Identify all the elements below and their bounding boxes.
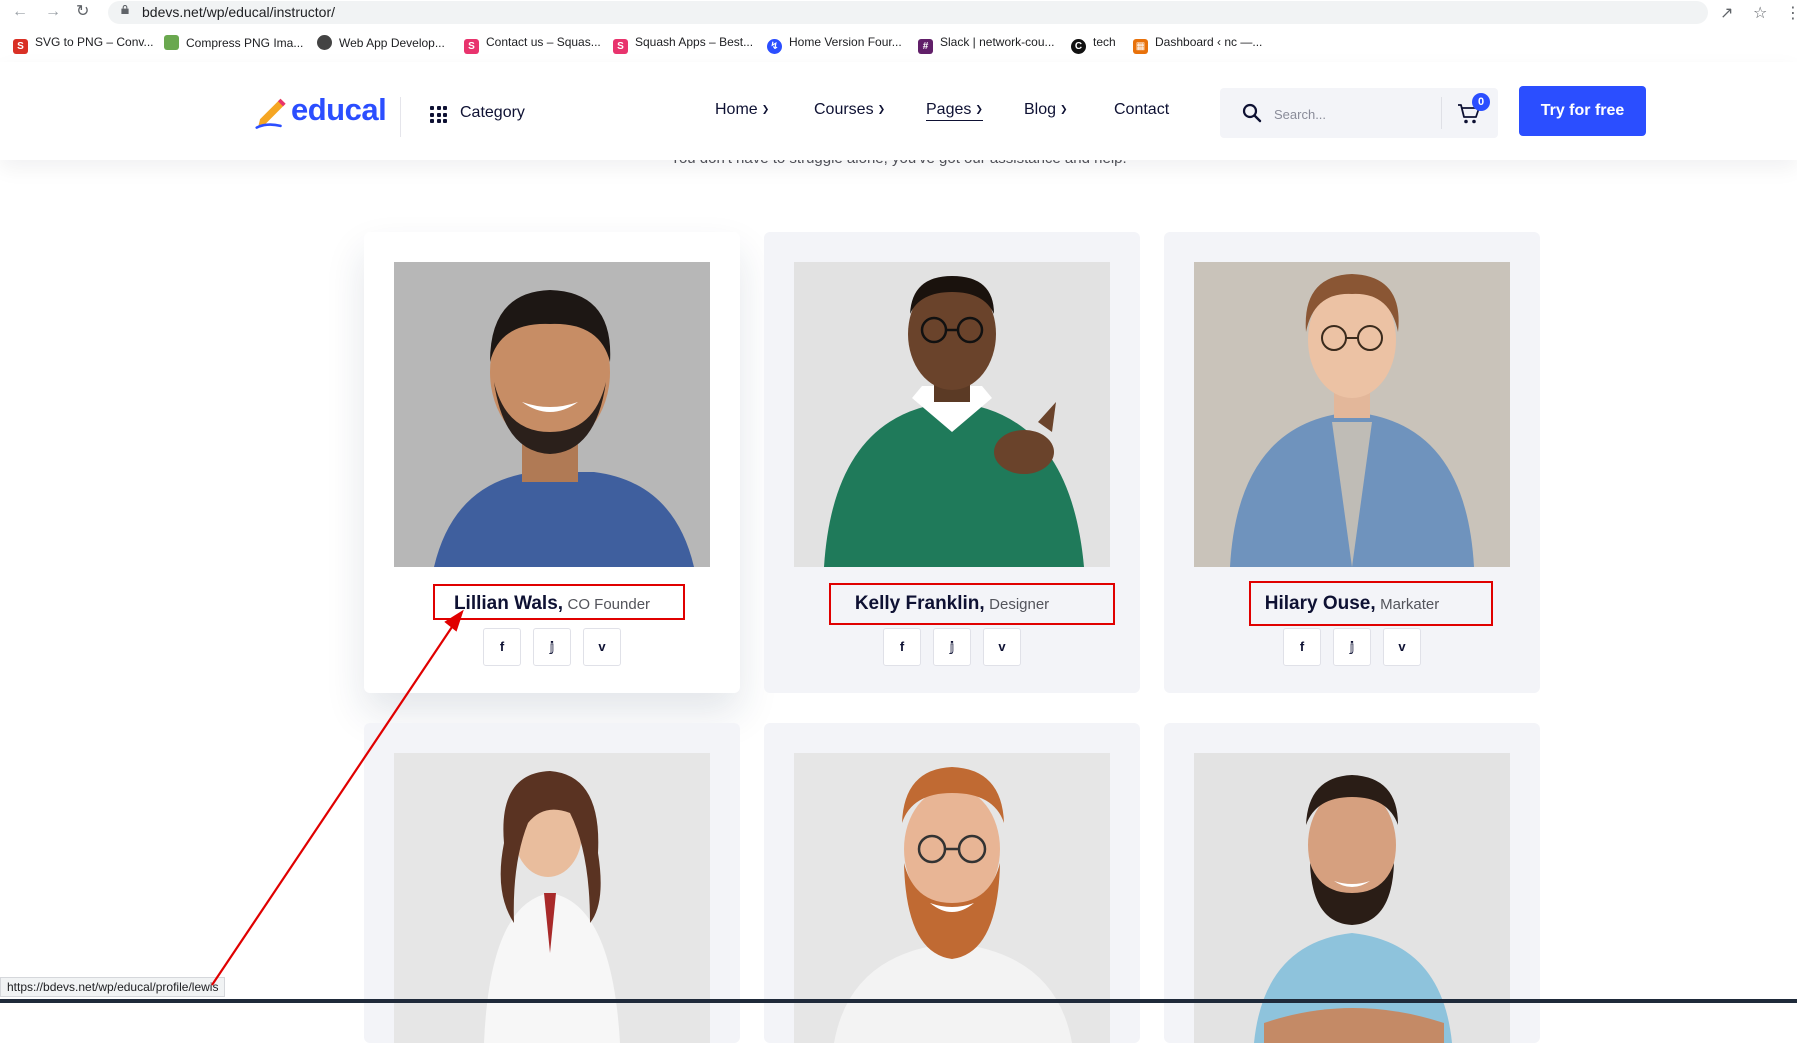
instructor-card[interactable]: Lillian Wals, CO Founder f𝕛v <box>364 232 740 693</box>
nav-pages[interactable]: Pages ❯ <box>926 101 983 121</box>
highlight-box <box>433 584 685 620</box>
twitter-icon[interactable]: 𝕛 <box>933 628 971 666</box>
bookmark-web-app[interactable]: Web App Develop... <box>317 35 445 50</box>
instructor-card[interactable] <box>364 723 740 1043</box>
nav-blog[interactable]: Blog ❯ <box>1024 101 1068 119</box>
twitter-icon[interactable]: 𝕛 <box>1333 628 1371 666</box>
search-input[interactable] <box>1272 102 1426 126</box>
vimeo-icon[interactable]: v <box>983 628 1021 666</box>
facebook-icon[interactable]: f <box>1283 628 1321 666</box>
instructor-photo[interactable] <box>394 262 710 567</box>
bookmark-label: tech <box>1093 35 1116 49</box>
highlight-box <box>829 583 1115 625</box>
bookmark-label: Squash Apps – Best... <box>635 35 754 49</box>
squash-icon: S <box>613 39 628 54</box>
bookmark-label: SVG to PNG – Conv... <box>35 35 154 49</box>
url-text[interactable]: bdevs.net/wp/educal/instructor/ <box>142 4 335 20</box>
bookmark-label: Contact us – Squas... <box>486 35 601 49</box>
category-menu-label[interactable]: Category <box>460 104 525 122</box>
bookmarks-bar: S SVG to PNG – Conv... Compress PNG Ima..… <box>0 32 1797 56</box>
nav-contact[interactable]: Contact <box>1114 101 1169 119</box>
taskbar-edge <box>0 999 1797 1003</box>
nav-home-label: Home <box>715 101 758 118</box>
bolt-icon: ↯ <box>767 39 782 54</box>
reload-icon[interactable]: ↻ <box>76 3 89 21</box>
slack-icon: # <box>918 39 933 54</box>
vimeo-icon[interactable]: v <box>1383 628 1421 666</box>
status-bar-url: https://bdevs.net/wp/educal/profile/lewi… <box>0 977 226 997</box>
bookmark-slack[interactable]: # Slack | network-cou... <box>918 35 1055 54</box>
bookmark-label: Web App Develop... <box>339 36 445 50</box>
bookmark-home-version[interactable]: ↯ Home Version Four... <box>767 35 902 54</box>
chevron-down-icon: ❯ <box>975 104 983 114</box>
instructor-photo[interactable] <box>1194 262 1510 567</box>
panda-icon <box>164 35 179 50</box>
bookmark-label: Dashboard ‹ nc —... <box>1155 35 1263 49</box>
bookmark-svg-to-png[interactable]: S SVG to PNG – Conv... <box>13 35 154 54</box>
url-field[interactable] <box>108 1 1708 24</box>
instructor-photo[interactable] <box>794 262 1110 567</box>
social-links: f𝕛v <box>764 628 1140 666</box>
globe-icon <box>317 35 332 50</box>
try-for-free-button[interactable]: Try for free <box>1519 86 1646 136</box>
facebook-icon[interactable]: f <box>483 628 521 666</box>
share-icon[interactable]: ↗ <box>1720 3 1733 23</box>
chevron-down-icon: ❯ <box>761 104 770 114</box>
nav-home[interactable]: Home ❯ <box>715 101 769 119</box>
facebook-icon[interactable]: f <box>883 628 921 666</box>
lock-icon <box>121 5 129 14</box>
c-icon: C <box>1071 39 1086 54</box>
bookmark-label: Home Version Four... <box>789 35 902 49</box>
nav-pages-label: Pages <box>926 101 972 118</box>
dashboard-icon: ▦ <box>1133 39 1148 54</box>
search-box: 0 <box>1220 88 1498 138</box>
bookmark-tech[interactable]: Ctech <box>1071 35 1116 54</box>
bookmark-squash-apps[interactable]: S Squash Apps – Best... <box>613 35 753 54</box>
cart-count-badge: 0 <box>1472 93 1490 111</box>
browser-address-bar: ← → ↻ bdevs.net/wp/educal/instructor/ ↗ … <box>0 0 1797 25</box>
social-links: f𝕛v <box>364 628 740 666</box>
social-links: f𝕛v <box>1164 628 1540 666</box>
svg-png-icon: S <box>13 39 28 54</box>
search-icon[interactable] <box>1242 103 1262 123</box>
twitter-icon[interactable]: 𝕛 <box>533 628 571 666</box>
nav-courses-label: Courses <box>814 101 874 118</box>
nav-contact-label: Contact <box>1114 101 1170 118</box>
forward-arrow-icon[interactable]: → <box>45 3 61 21</box>
chevron-down-icon: ❯ <box>1060 104 1068 114</box>
pencil-logo-icon[interactable] <box>255 94 289 134</box>
instructor-card[interactable] <box>764 723 1140 1043</box>
nav-courses[interactable]: Courses ❯ <box>814 101 885 119</box>
bookmark-dashboard[interactable]: ▦ Dashboard ‹ nc —... <box>1133 35 1262 54</box>
instructor-card[interactable] <box>1164 723 1540 1043</box>
squash-icon: S <box>464 39 479 54</box>
bookmark-compress-png[interactable]: Compress PNG Ima... <box>164 35 303 50</box>
chevron-down-icon: ❯ <box>877 104 886 114</box>
vimeo-icon[interactable]: v <box>583 628 621 666</box>
bookmark-label: Slack | network-cou... <box>940 35 1055 49</box>
highlight-box <box>1249 581 1493 626</box>
search-divider <box>1441 97 1442 129</box>
category-grid-icon[interactable] <box>430 106 447 123</box>
site-header: educal Category Home ❯ Courses ❯ Pages ❯ Bl… <box>0 62 1797 160</box>
logo-text[interactable]: educal <box>291 92 387 128</box>
back-arrow-icon[interactable]: ← <box>12 3 28 21</box>
bookmark-label: Compress PNG Ima... <box>186 36 304 50</box>
menu-dots-icon[interactable]: ⋮ <box>1785 3 1797 23</box>
nav-blog-label: Blog <box>1024 101 1057 118</box>
bookmark-contact-squash[interactable]: S Contact us – Squas... <box>464 35 601 54</box>
bookmark-star-icon[interactable]: ☆ <box>1753 3 1767 23</box>
header-divider <box>400 97 401 137</box>
